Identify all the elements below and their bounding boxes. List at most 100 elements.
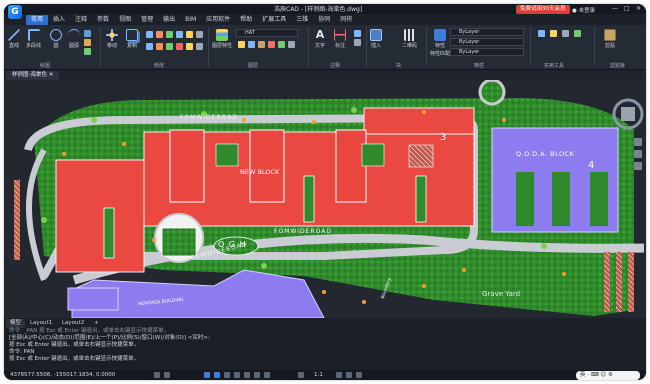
array-icon[interactable] xyxy=(146,43,153,50)
move-tool-button[interactable]: 移动 xyxy=(106,29,118,49)
leader-icon[interactable] xyxy=(354,30,361,37)
polyline-tool-button[interactable]: 多段线 xyxy=(26,29,41,49)
layer-color-icon[interactable] xyxy=(268,41,275,48)
minimize-button[interactable]: — xyxy=(612,5,618,12)
polyline-tool-label: 多段线 xyxy=(26,43,42,49)
qoda-block[interactable] xyxy=(491,127,619,233)
tab-model[interactable]: 模型 xyxy=(6,319,26,328)
group-utilities-label: 实用工具 xyxy=(544,63,565,69)
mirror-icon[interactable] xyxy=(176,31,183,38)
rectangle-icon[interactable] xyxy=(84,30,91,37)
site-plan-drawing[interactable] xyxy=(4,80,646,318)
qrcode-tool-button[interactable]: 二维码 xyxy=(402,29,417,49)
menu-item[interactable]: 协同 xyxy=(313,15,335,25)
app-logo[interactable]: G xyxy=(8,5,22,19)
extend-icon[interactable] xyxy=(166,31,173,38)
menu-item[interactable]: 常用 xyxy=(26,15,49,25)
otrack-toggle-icon[interactable] xyxy=(234,372,240,378)
ribbon-separator xyxy=(530,27,531,67)
ortho-toggle-icon[interactable] xyxy=(204,372,210,378)
tab-layout1[interactable]: Layout1 xyxy=(26,319,56,328)
layer-on-icon[interactable] xyxy=(238,41,245,48)
menu-item[interactable]: BIM xyxy=(180,15,201,25)
measure-icon[interactable] xyxy=(538,30,545,37)
menu-item[interactable]: 视图 xyxy=(114,15,136,25)
select-all-icon[interactable] xyxy=(562,30,569,37)
menu-item[interactable]: 应用软件 xyxy=(201,15,235,25)
rotate-icon[interactable] xyxy=(146,31,153,38)
maximize-button[interactable]: □ xyxy=(624,5,630,12)
properties-label: 特性 xyxy=(435,43,446,49)
line-tool-label: 直线 xyxy=(8,43,19,49)
polar-toggle-icon[interactable] xyxy=(214,372,220,378)
customize-menu-icon[interactable] xyxy=(356,372,362,378)
login-button[interactable]: ● 未登录 xyxy=(572,6,595,14)
trial-badge[interactable]: 免费试用30天会员 xyxy=(516,5,570,14)
ribbon-separator xyxy=(426,27,427,67)
text-tool-button[interactable]: A 文字 xyxy=(314,29,326,50)
lineweight-dropdown[interactable]: ByLayer xyxy=(450,48,524,56)
circle-tool-button[interactable]: 圆 xyxy=(50,29,62,49)
properties-button[interactable]: 特性 特性匹配 xyxy=(430,29,450,57)
arc-tool-button[interactable]: 圆弧 xyxy=(68,29,80,49)
add-layout-button[interactable]: + xyxy=(90,319,103,328)
explode-icon[interactable] xyxy=(186,43,193,50)
close-button[interactable]: ✕ xyxy=(636,5,641,12)
input-method-bar[interactable]: 英 · ⌨ ☺ ⚙ xyxy=(576,371,640,380)
scale-icon[interactable] xyxy=(196,31,203,38)
layer-freeze-icon[interactable] xyxy=(248,41,255,48)
query-icon[interactable] xyxy=(574,30,581,37)
calculator-icon[interactable] xyxy=(550,30,557,37)
selection-cycling-icon[interactable] xyxy=(264,372,270,378)
layer-previous-icon[interactable] xyxy=(288,41,295,48)
dimension-tool-button[interactable]: 标注 xyxy=(334,29,346,49)
annotation-scale[interactable]: 1:1 xyxy=(314,372,323,378)
spline-icon[interactable] xyxy=(84,48,91,55)
fullscreen-icon[interactable] xyxy=(346,372,352,378)
menu-item[interactable]: 同将 xyxy=(335,15,357,25)
linetype-dropdown[interactable]: ByLayer xyxy=(450,38,524,46)
paste-button[interactable]: 剪贴 xyxy=(604,29,616,49)
grid-toggle-icon[interactable] xyxy=(154,372,160,378)
tab-layout2[interactable]: Layout2 xyxy=(58,319,88,328)
menu-item[interactable]: 管理 xyxy=(136,15,158,25)
view-cube[interactable] xyxy=(612,98,644,130)
offset-icon[interactable] xyxy=(166,43,173,50)
menu-item[interactable]: 扩展工具 xyxy=(257,15,291,25)
line-tool-button[interactable]: 直线 xyxy=(8,29,20,49)
title-bar: 浩辰CAD - [样例图-海棠色.dwg] 免费试用30天会员 ● 未登录 — … xyxy=(4,4,646,14)
table-icon[interactable] xyxy=(354,39,361,46)
color-dropdown[interactable]: ByLayer xyxy=(450,28,524,36)
break-icon[interactable] xyxy=(196,43,203,50)
layer-properties-button[interactable]: 图层特性 xyxy=(212,29,232,49)
menu-item[interactable]: 帮助 xyxy=(235,15,257,25)
erase-icon[interactable] xyxy=(176,43,183,50)
menu-item[interactable]: 三维 xyxy=(291,15,313,25)
road-label-mid: FOMWIDEROAD xyxy=(274,228,332,235)
layer-current-dropdown[interactable]: HAT xyxy=(236,29,298,37)
lineweight-toggle-icon[interactable] xyxy=(244,372,250,378)
layer-lock-icon[interactable] xyxy=(258,41,265,48)
menu-item[interactable]: 参数 xyxy=(92,15,114,25)
menu-item[interactable]: 注释 xyxy=(70,15,92,25)
trim-icon[interactable] xyxy=(156,31,163,38)
osnap-toggle-icon[interactable] xyxy=(224,372,230,378)
drawing-canvas[interactable]: FOMWIDEROAD FOMWIDEROAD FOMWIDEROAD NEW … xyxy=(4,80,646,318)
document-tab[interactable]: 样例图-海棠色 ✕ xyxy=(6,71,60,80)
menu-item[interactable]: 插入 xyxy=(48,15,70,25)
nav-bar[interactable] xyxy=(634,138,642,170)
annotation-visibility-icon[interactable] xyxy=(298,372,304,378)
copy-tool-button[interactable]: 复制 xyxy=(126,29,138,49)
transparency-toggle-icon[interactable] xyxy=(254,372,260,378)
fillet-icon[interactable] xyxy=(186,31,193,38)
insert-block-button[interactable]: 插入 xyxy=(370,29,382,49)
workspace-gear-icon[interactable] xyxy=(336,372,342,378)
layer-match-icon[interactable] xyxy=(278,41,285,48)
hatch-icon[interactable] xyxy=(84,39,91,46)
stretch-icon[interactable] xyxy=(156,43,163,50)
command-history-line: 按 Esc 或 Enter 键退出，或单击右键显示快捷菜单。 xyxy=(9,356,140,362)
command-history-line: 按 Esc 或 Enter 键退出，或单击右键显示快捷菜单。 xyxy=(9,342,140,348)
menu-item[interactable]: 输出 xyxy=(158,15,180,25)
snap-toggle-icon[interactable] xyxy=(164,372,170,378)
command-window[interactable]: 命令: _PAN 按 Esc 或 Enter 键退出，或单击右键显示快捷菜单。 … xyxy=(4,328,646,368)
